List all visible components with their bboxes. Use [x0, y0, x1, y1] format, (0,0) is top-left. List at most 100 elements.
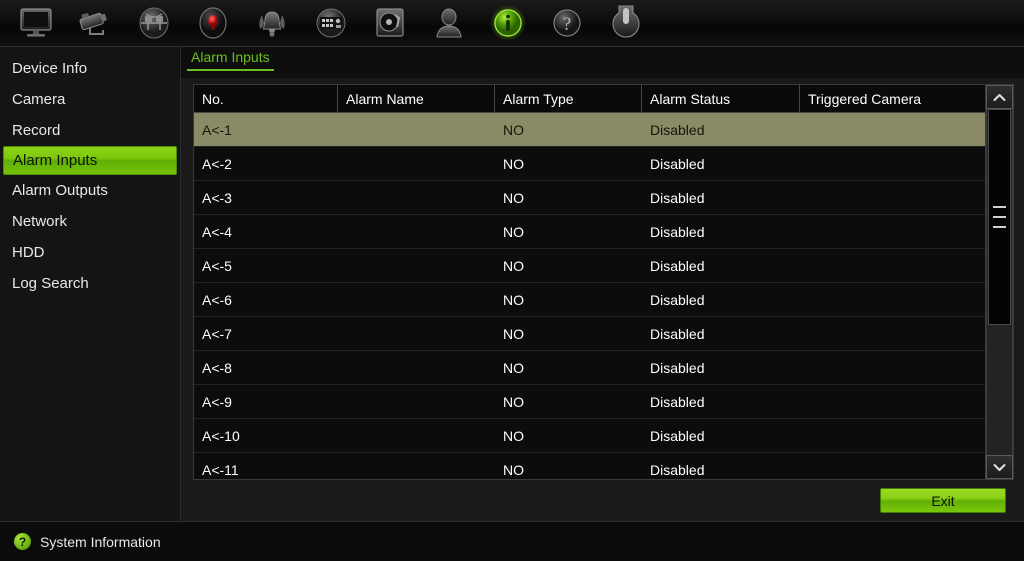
cell-no: A<-5 [202, 257, 232, 274]
column-header-alarm-status: Alarm Status [642, 85, 800, 112]
cell-alarm-status: Disabled [650, 223, 705, 240]
cell-alarm-name [338, 351, 495, 384]
chevron-down-icon [993, 463, 1006, 471]
cell-no: A<-3 [202, 189, 232, 206]
sidebar-item-label: Alarm Inputs [13, 152, 98, 169]
sidebar-nav: Device Info Camera Record Alarm Inputs A… [0, 47, 181, 521]
info-icon[interactable] [478, 0, 537, 46]
cell-alarm-type: NO [503, 359, 524, 376]
tab-alarm-inputs[interactable]: Alarm Inputs [187, 47, 274, 71]
help-icon[interactable]: ? [537, 0, 596, 46]
cell-no: A<-7 [202, 325, 232, 342]
sidebar-item-alarm-outputs[interactable]: Alarm Outputs [0, 175, 180, 206]
user-icon[interactable] [419, 0, 478, 46]
sidebar-item-network[interactable]: Network [0, 206, 180, 237]
table-row[interactable]: A<-2 NO Disabled [194, 147, 985, 181]
sidebar-item-camera[interactable]: Camera [0, 84, 180, 115]
nvr-setup-window: ? Device Info Camera Record Alarm Inputs… [0, 0, 1024, 561]
cell-alarm-type: NO [503, 121, 524, 138]
alarm-bell-icon[interactable] [242, 0, 301, 46]
cell-alarm-name [338, 147, 495, 180]
cell-triggered-camera [800, 453, 985, 479]
cell-no: A<-8 [202, 359, 232, 376]
column-header-triggered-camera: Triggered Camera [808, 90, 922, 107]
sidebar-item-label: Network [12, 213, 68, 230]
sidebar-item-label: Record [12, 122, 61, 139]
status-bar: ? System Information [0, 521, 1024, 561]
cell-no: A<-2 [202, 155, 232, 172]
table-row[interactable]: A<-7 NO Disabled [194, 317, 985, 351]
sidebar-item-alarm-inputs[interactable]: Alarm Inputs [3, 146, 177, 175]
exit-button[interactable]: Exit [880, 488, 1006, 513]
settings-panel-icon[interactable] [301, 0, 360, 46]
table-row[interactable]: A<-10 NO Disabled [194, 419, 985, 453]
table-row[interactable]: A<-1 NO Disabled [194, 113, 985, 147]
scrollbar-thumb[interactable] [988, 109, 1011, 325]
cell-alarm-type: NO [503, 257, 524, 274]
monitor-icon[interactable] [6, 0, 65, 46]
cell-no: A<-10 [202, 427, 240, 444]
record-icon[interactable] [183, 0, 242, 46]
cell-alarm-type: NO [503, 223, 524, 240]
camera-icon[interactable] [65, 0, 124, 46]
cell-alarm-type: NO [503, 393, 524, 410]
column-header-alarm-name: Alarm Name [338, 85, 495, 112]
cell-alarm-status: Disabled [650, 359, 705, 376]
table-row[interactable]: A<-4 NO Disabled [194, 215, 985, 249]
cell-alarm-status: Disabled [650, 155, 705, 172]
content-area: Device Info Camera Record Alarm Inputs A… [0, 47, 1024, 521]
column-header-alarm-type: Alarm Type [495, 85, 642, 112]
scroll-down-button[interactable] [986, 455, 1013, 479]
power-icon[interactable] [596, 0, 655, 46]
status-bar-label: System Information [40, 533, 161, 550]
cell-alarm-name [338, 419, 495, 452]
sidebar-item-device-info[interactable]: Device Info [0, 53, 180, 84]
cell-alarm-name [338, 453, 495, 479]
cell-triggered-camera [800, 283, 985, 316]
table-row[interactable]: A<-8 NO Disabled [194, 351, 985, 385]
export-icon[interactable] [124, 0, 183, 46]
sidebar-item-record[interactable]: Record [0, 115, 180, 146]
table-row[interactable]: A<-3 NO Disabled [194, 181, 985, 215]
cell-no: A<-6 [202, 291, 232, 308]
cell-triggered-camera [800, 215, 985, 248]
cell-alarm-name [338, 385, 495, 418]
cell-alarm-type: NO [503, 461, 524, 478]
sidebar-item-label: Camera [12, 91, 66, 108]
table-row[interactable]: A<-11 NO Disabled [194, 453, 985, 479]
tab-bar: Alarm Inputs [181, 47, 1024, 78]
main-panel: Alarm Inputs No. Alarm Name Alarm Type A… [181, 47, 1024, 521]
sidebar-item-label: Alarm Outputs [12, 182, 108, 199]
cell-triggered-camera [800, 317, 985, 350]
scrollbar-grip-line [993, 226, 1006, 228]
sidebar-item-hdd[interactable]: HDD [0, 237, 180, 268]
cell-alarm-type: NO [503, 189, 524, 206]
table-body: A<-1 NO Disabled A<-2 NO Disabled A<-3 NO Disabl… [194, 113, 985, 479]
scroll-up-button[interactable] [986, 85, 1013, 109]
cell-alarm-name [338, 283, 495, 316]
table-header-row: No. Alarm Name Alarm Type Alarm Status T… [194, 85, 985, 113]
cell-alarm-status: Disabled [650, 325, 705, 342]
cell-triggered-camera [800, 385, 985, 418]
table-row[interactable]: A<-6 NO Disabled [194, 283, 985, 317]
cell-alarm-type: NO [503, 155, 524, 172]
table-row[interactable]: A<-9 NO Disabled [194, 385, 985, 419]
cell-alarm-name [338, 113, 495, 146]
scrollbar-track[interactable] [986, 109, 1013, 455]
table-row[interactable]: A<-5 NO Disabled [194, 249, 985, 283]
cell-alarm-name [338, 181, 495, 214]
alarm-inputs-table: No. Alarm Name Alarm Type Alarm Status T… [193, 84, 1014, 480]
sidebar-item-label: Log Search [12, 275, 89, 292]
vertical-scrollbar[interactable] [985, 85, 1013, 479]
svg-text:?: ? [562, 14, 570, 35]
cell-triggered-camera [800, 419, 985, 452]
scrollbar-grip-line [993, 206, 1006, 208]
cell-alarm-status: Disabled [650, 189, 705, 206]
cell-triggered-camera [800, 113, 985, 146]
cell-alarm-status: Disabled [650, 121, 705, 138]
hdd-icon[interactable] [360, 0, 419, 46]
scrollbar-grip-line [993, 216, 1006, 218]
cell-no: A<-9 [202, 393, 232, 410]
sidebar-item-log-search[interactable]: Log Search [0, 268, 180, 299]
button-bar: Exit [181, 480, 1024, 521]
